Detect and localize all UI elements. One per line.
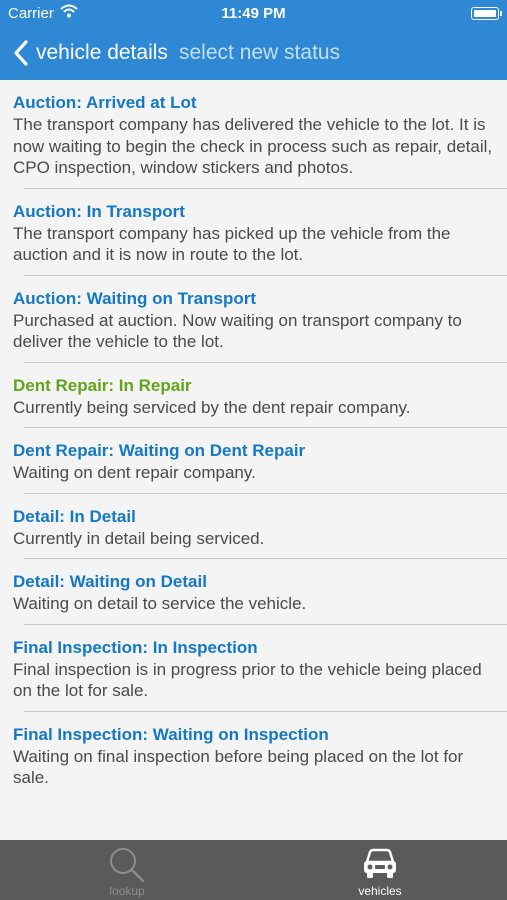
back-button[interactable]: vehicle details bbox=[12, 37, 168, 69]
status-option[interactable]: Auction: Arrived at Lot The transport com… bbox=[0, 80, 507, 189]
status-description: The transport company has picked up the … bbox=[13, 223, 451, 265]
status-title: Dent Repair: Waiting on Dent Repair bbox=[13, 441, 306, 460]
status-description: Currently in detail being serviced. bbox=[13, 528, 265, 548]
tab-vehicles-label: vehicles bbox=[358, 884, 402, 898]
car-icon bbox=[364, 848, 396, 878]
status-option[interactable]: Final Inspection: In Inspection Final ins… bbox=[0, 625, 507, 712]
status-list[interactable]: Auction: Arrived at Lot The transport com… bbox=[0, 80, 507, 840]
status-option[interactable]: Auction: In Transport The transport compa… bbox=[0, 189, 507, 276]
status-option[interactable]: Detail: Waiting on Detail Waiting on deta… bbox=[0, 559, 507, 625]
status-description: Waiting on detail to service the vehicle… bbox=[13, 594, 307, 613]
tab-lookup-label: lookup bbox=[109, 884, 145, 898]
status-option[interactable]: Final Inspection: Waiting on Inspection W… bbox=[0, 712, 507, 799]
tab-bar: lookup vehicles bbox=[0, 840, 507, 900]
navigation-bar: vehicle details select new status bbox=[0, 28, 507, 80]
clock: 11:49 PM bbox=[221, 5, 286, 22]
status-title: Auction: Waiting on Transport bbox=[13, 288, 257, 308]
status-title: Final Inspection: In Inspection bbox=[13, 637, 258, 657]
status-option[interactable]: Auction: Waiting on Transport Purchased a… bbox=[0, 276, 507, 363]
status-option[interactable]: Dent Repair: In Repair Currently being se… bbox=[0, 363, 507, 428]
page-title: select new status bbox=[179, 41, 341, 64]
status-option[interactable]: Dent Repair: Waiting on Dent Repair Waiti… bbox=[0, 428, 507, 494]
status-description: Currently being serviced by the dent rep… bbox=[13, 397, 411, 417]
status-title: Detail: In Detail bbox=[13, 506, 136, 526]
status-description: Waiting on dent repair company. bbox=[13, 463, 256, 482]
status-title: Detail: Waiting on Detail bbox=[13, 572, 207, 591]
status-description: Waiting on final inspection before being… bbox=[13, 746, 464, 788]
status-title: Auction: Arrived at Lot bbox=[13, 93, 197, 112]
tab-lookup[interactable]: lookup bbox=[0, 840, 254, 900]
status-description: Final inspection is in progress prior to… bbox=[13, 659, 482, 701]
status-option[interactable]: Detail: In Detail Currently in detail bei… bbox=[0, 494, 507, 559]
battery-icon bbox=[471, 7, 502, 20]
magnifier-icon bbox=[110, 848, 145, 883]
chevron-left-icon bbox=[14, 40, 28, 66]
back-button-label: vehicle details bbox=[36, 41, 168, 64]
status-title: Final Inspection: Waiting on Inspection bbox=[13, 724, 329, 744]
status-title: Dent Repair: In Repair bbox=[13, 375, 192, 395]
status-title: Auction: In Transport bbox=[13, 201, 185, 221]
status-description: The transport company has delivered the … bbox=[13, 115, 493, 177]
status-description: Purchased at auction. Now waiting on tra… bbox=[13, 310, 462, 352]
status-bar: Carrier 11:49 PM bbox=[0, 0, 507, 28]
tab-vehicles[interactable]: vehicles bbox=[253, 840, 507, 900]
